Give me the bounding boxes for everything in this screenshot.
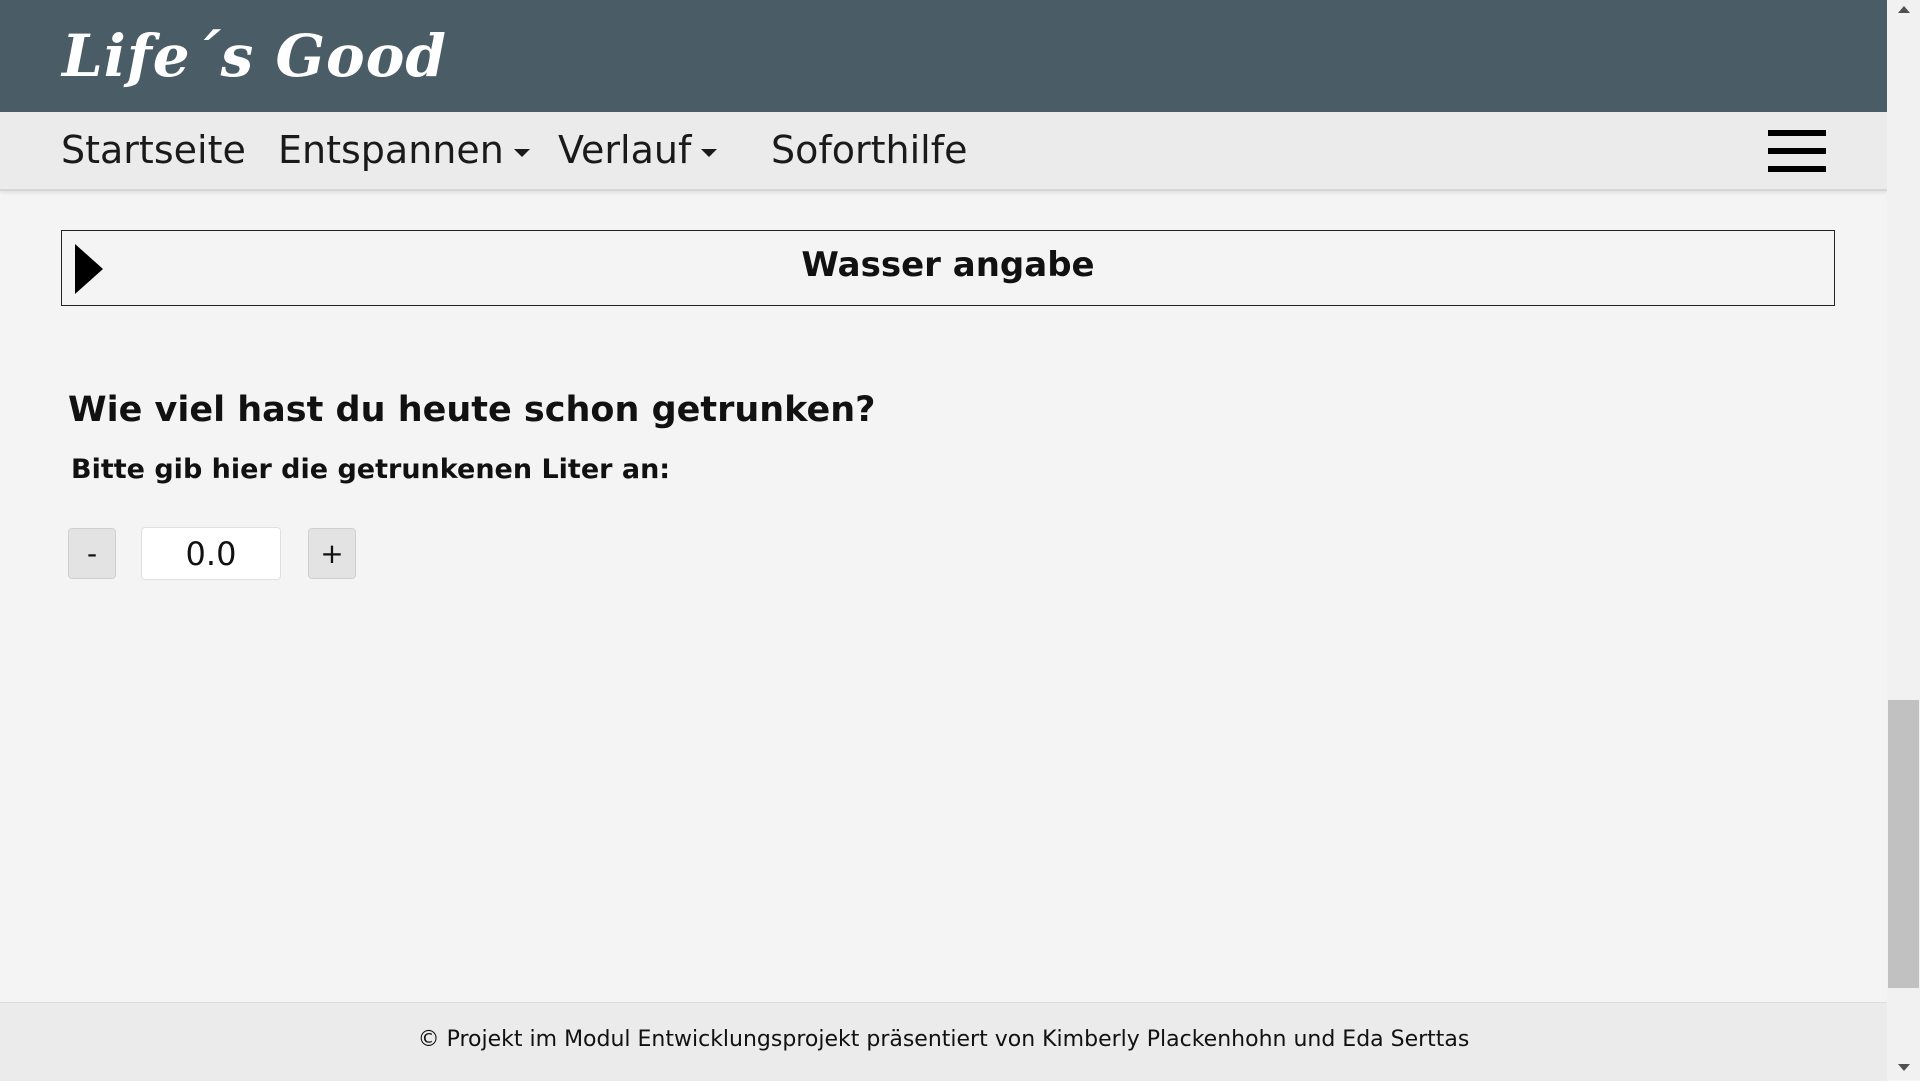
site-footer: © Projekt im Modul Entwicklungsprojekt p… — [0, 1002, 1887, 1081]
decrement-button[interactable]: - — [68, 528, 116, 579]
nav-item-label: Verlauf — [558, 128, 692, 172]
nav-item-label: Startseite — [61, 128, 246, 172]
caret-down-icon — [513, 148, 530, 157]
nav-item-verlauf[interactable]: Verlauf — [558, 128, 718, 172]
water-question-heading: Wie viel hast du heute schon getrunken? — [68, 390, 876, 430]
water-accordion-header[interactable]: Wasser angabe — [61, 230, 1835, 306]
increment-button[interactable]: + — [308, 528, 356, 579]
scroll-down-arrow-icon[interactable] — [1898, 1064, 1910, 1071]
site-logo[interactable]: Life´s Good — [62, 22, 447, 90]
accordion-title: Wasser angabe — [801, 245, 1095, 285]
nav-item-label: Soforthilfe — [771, 128, 968, 172]
scrollbar-thumb[interactable] — [1888, 700, 1919, 988]
caret-down-icon — [701, 148, 718, 157]
hamburger-bar — [1768, 166, 1826, 172]
nav-item-soforthilfe[interactable]: Soforthilfe — [771, 128, 967, 172]
liters-prompt-label: Bitte gib hier die getrunkenen Liter an: — [71, 454, 671, 485]
site-header: Life´s Good — [0, 0, 1887, 112]
vertical-scrollbar[interactable] — [1887, 0, 1920, 1080]
hamburger-menu-icon[interactable] — [1768, 130, 1826, 172]
hamburger-bar — [1768, 148, 1826, 154]
page: Life´s Good Startseite Entspannen Verlau… — [0, 0, 1887, 1081]
main-navigation: Startseite Entspannen Verlauf Soforthilf… — [0, 112, 1887, 191]
nav-item-entspannen[interactable]: Entspannen — [278, 128, 530, 172]
nav-item-label: Entspannen — [278, 128, 504, 172]
scroll-up-arrow-icon[interactable] — [1898, 6, 1910, 13]
hamburger-bar — [1768, 130, 1826, 136]
liters-input[interactable] — [141, 527, 281, 580]
footer-credits: © Projekt im Modul Entwicklungsprojekt p… — [417, 1027, 1470, 1052]
nav-item-startseite[interactable]: Startseite — [61, 128, 246, 172]
